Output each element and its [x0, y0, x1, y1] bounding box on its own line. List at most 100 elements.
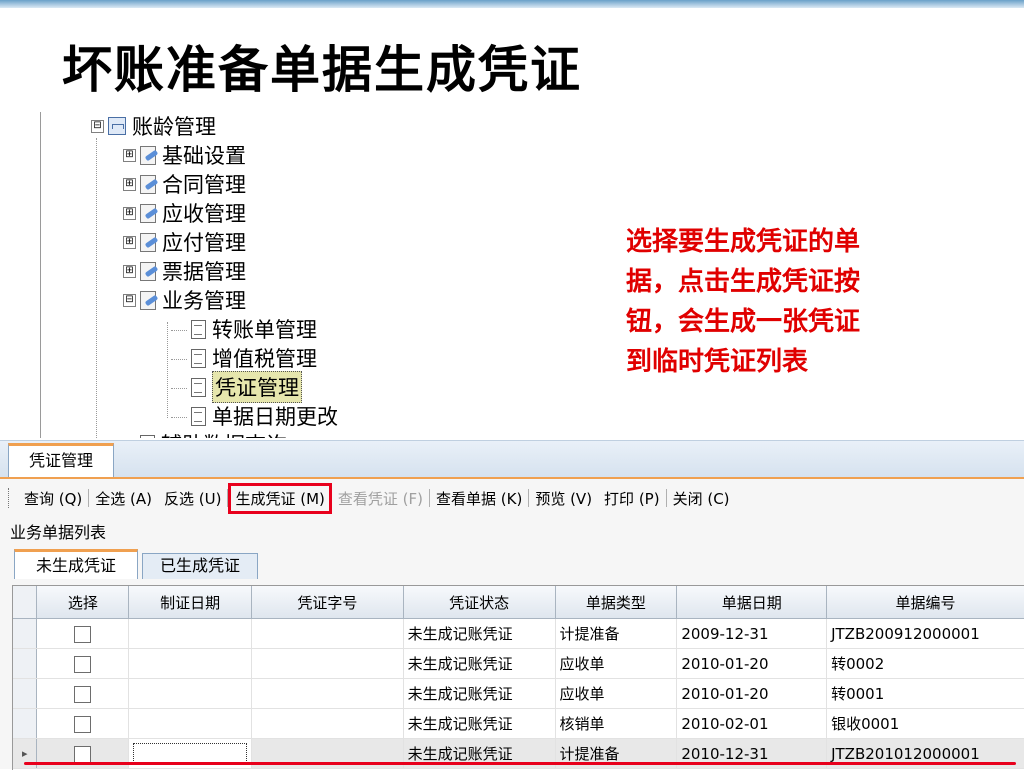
select-checkbox[interactable]: [74, 685, 92, 703]
document-icon: [191, 319, 206, 339]
collapse-icon[interactable]: ⊟: [91, 119, 104, 133]
tree-item-aging-management[interactable]: ⊟ 账龄管理: [91, 112, 216, 140]
voucher-management-window: 凭证管理 查询 (Q) 全选 (A) 反选 (U) 生成凭证 (M) 查看凭证 …: [0, 440, 1024, 770]
navigation-tree: ⊟ 账龄管理 ⊞ 基础设置 ⊞ 合同管理 ⊞ 应收管理 ⊞ 应付管理 ⊞ 票据管…: [40, 112, 533, 438]
tree-item-business-management[interactable]: ⊟ 业务管理: [123, 286, 246, 314]
tab-not-generated[interactable]: 未生成凭证: [14, 549, 138, 579]
section-label: 业务单据列表: [10, 523, 107, 542]
voucher-date-cell[interactable]: [128, 708, 253, 739]
voucher-date-cell[interactable]: [128, 618, 253, 649]
document-icon: [191, 406, 206, 426]
doc-type-cell: 计提准备: [555, 618, 678, 649]
status-cell: 未生成记账凭证: [403, 708, 556, 739]
tree-item-receivables[interactable]: ⊞ 应收管理: [123, 199, 246, 227]
row-header[interactable]: [13, 648, 38, 679]
folder-icon: [140, 203, 156, 223]
document-icon: [191, 377, 206, 397]
voucher-date-cell[interactable]: [128, 648, 253, 679]
toolbar-grip[interactable]: [8, 488, 12, 508]
select-cell[interactable]: [36, 618, 130, 649]
tree-item-bills[interactable]: ⊞ 票据管理: [123, 257, 246, 285]
voucher-no-cell[interactable]: [251, 618, 404, 649]
slide-top-bar: [0, 0, 1024, 8]
select-checkbox[interactable]: [74, 715, 92, 733]
view-voucher-button[interactable]: 查看凭证 (F): [332, 488, 429, 509]
print-button[interactable]: 打印 (P): [598, 488, 666, 509]
column-header-status[interactable]: 凭证状态: [403, 586, 556, 619]
expand-icon[interactable]: ⊞: [123, 264, 136, 278]
column-header-doc-no[interactable]: 单据编号: [826, 586, 1024, 619]
tree-item-label: 票据管理: [162, 260, 246, 284]
preview-button[interactable]: 预览 (V): [529, 488, 598, 509]
doc-type-cell: 应收单: [555, 648, 678, 679]
folder-icon: [140, 232, 156, 252]
tree-item-doc-date-change[interactable]: 单据日期更改: [191, 402, 338, 430]
note-line: 钮，会生成一张凭证: [626, 307, 861, 337]
column-header-doc-type[interactable]: 单据类型: [555, 586, 678, 619]
note-line: 据，点击生成凭证按: [626, 267, 861, 297]
select-checkbox[interactable]: [74, 625, 92, 643]
column-header-voucher-date[interactable]: 制证日期: [128, 586, 253, 619]
org-chart-icon: [108, 117, 126, 135]
select-checkbox[interactable]: [74, 745, 92, 763]
table-row[interactable]: 未生成记账凭证 应收单 2010-01-20 转0001: [13, 678, 1024, 709]
row-header[interactable]: [13, 618, 38, 649]
tree-item-voucher-management[interactable]: 凭证管理: [191, 371, 302, 403]
document-tab-bar: 凭证管理: [0, 441, 1024, 479]
row-header[interactable]: [13, 708, 38, 739]
column-header-doc-date[interactable]: 单据日期: [676, 586, 828, 619]
tree-item-label: 单据日期更改: [212, 405, 338, 429]
row-header[interactable]: [13, 678, 38, 709]
status-cell: 未生成记账凭证: [403, 648, 556, 679]
status-cell: 未生成记账凭证: [403, 678, 556, 709]
select-cell[interactable]: [36, 708, 130, 739]
voucher-date-cell[interactable]: [128, 678, 253, 709]
folder-icon: [140, 145, 156, 165]
invert-selection-button[interactable]: 反选 (U): [158, 488, 227, 509]
expand-icon[interactable]: ⊞: [123, 148, 136, 162]
doc-no-cell: JTZB200912000001: [826, 618, 1024, 649]
status-subtabs: 未生成凭证 已生成凭证: [0, 545, 1024, 581]
view-document-button[interactable]: 查看单据 (K): [430, 488, 528, 509]
status-cell: 未生成记账凭证: [403, 618, 556, 649]
toolbar: 查询 (Q) 全选 (A) 反选 (U) 生成凭证 (M) 查看凭证 (F) 查…: [0, 481, 1024, 515]
voucher-no-cell[interactable]: [251, 708, 404, 739]
doc-no-cell: 转0001: [826, 678, 1024, 709]
document-icon: [140, 434, 155, 438]
voucher-no-cell[interactable]: [251, 678, 404, 709]
tree-item-basic-settings[interactable]: ⊞ 基础设置: [123, 141, 246, 169]
tree-item-contract-management[interactable]: ⊞ 合同管理: [123, 170, 246, 198]
column-header-select[interactable]: 选择: [36, 586, 130, 619]
table-row[interactable]: 未生成记账凭证 核销单 2010-02-01 银收0001: [13, 708, 1024, 739]
voucher-no-cell[interactable]: [251, 648, 404, 679]
expand-icon[interactable]: ⊞: [123, 235, 136, 249]
query-button[interactable]: 查询 (Q): [18, 488, 88, 509]
column-header-voucher-no[interactable]: 凭证字号: [251, 586, 404, 619]
select-all-button[interactable]: 全选 (A): [89, 488, 158, 509]
tree-item-label: 合同管理: [162, 173, 246, 197]
table-row[interactable]: 未生成记账凭证 计提准备 2009-12-31 JTZB200912000001: [13, 618, 1024, 649]
folder-icon: [140, 174, 156, 194]
tree-item-transfer-bills[interactable]: 转账单管理: [191, 315, 317, 343]
collapse-icon[interactable]: ⊟: [123, 293, 136, 307]
generate-voucher-button[interactable]: 生成凭证 (M): [228, 482, 332, 514]
doc-no-cell: 转0002: [826, 648, 1024, 679]
select-checkbox[interactable]: [74, 655, 92, 673]
tab-voucher-management[interactable]: 凭证管理: [8, 443, 114, 477]
tree-item-aux-data-query[interactable]: + 辅助数据查询: [123, 430, 287, 438]
close-button[interactable]: 关闭 (C): [667, 488, 736, 509]
table-row[interactable]: 未生成记账凭证 应收单 2010-01-20 转0002: [13, 648, 1024, 679]
expand-icon[interactable]: +: [123, 437, 136, 438]
expand-icon[interactable]: ⊞: [123, 177, 136, 191]
tab-generated[interactable]: 已生成凭证: [142, 553, 258, 579]
tree-item-payables[interactable]: ⊞ 应付管理: [123, 228, 246, 256]
doc-date-cell: 2009-12-31: [676, 618, 828, 649]
folder-icon: [140, 290, 156, 310]
expand-icon[interactable]: ⊞: [123, 206, 136, 220]
select-cell[interactable]: [36, 648, 130, 679]
annotation-underline: [24, 762, 1016, 765]
select-cell[interactable]: [36, 678, 130, 709]
grid-header-row: 选择 制证日期 凭证字号 凭证状态 单据类型 单据日期 单据编号: [13, 586, 1024, 619]
tree-item-label: 基础设置: [162, 144, 246, 168]
tree-item-vat-management[interactable]: 增值税管理: [191, 344, 317, 372]
